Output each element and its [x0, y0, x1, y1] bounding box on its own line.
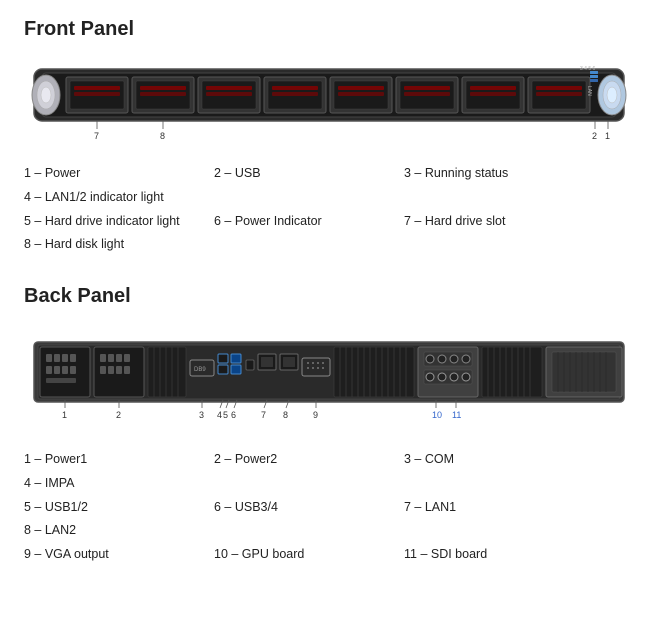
front-panel-section: Front Panel [24, 18, 646, 257]
svg-text:2: 2 [116, 410, 121, 420]
svg-text:10: 10 [432, 410, 442, 420]
back-panel-section: Back Panel [24, 285, 646, 567]
back-legend-10: 10 – GPU board [214, 543, 374, 567]
svg-text:3: 3 [199, 410, 204, 420]
back-legend-8: 8 – LAN2 [24, 519, 184, 543]
front-legend-8: 8 – Hard disk light [24, 233, 184, 257]
svg-text:11: 11 [452, 410, 461, 420]
back-legend-9: 9 – VGA output [24, 543, 184, 567]
svg-text:3 4 5 6: 3 4 5 6 [580, 66, 596, 72]
back-legend-11: 11 – SDI board [404, 543, 564, 567]
back-panel-svg: DB9 [24, 332, 634, 437]
back-panel-title: Back Panel [24, 285, 646, 308]
svg-text:5: 5 [223, 410, 228, 420]
front-panel-image: 3 4 5 6 LAN 7 8 2 1 [24, 51, 646, 154]
back-legend-5: 5 – USB1/2 [24, 496, 184, 520]
back-legend-2: 2 – Power2 [214, 448, 374, 472]
svg-text:7: 7 [94, 131, 99, 141]
front-legend-4: 4 – LAN1/2 indicator light [24, 186, 184, 210]
svg-text:7: 7 [261, 410, 266, 420]
back-legend-4: 4 – IMPA [24, 472, 184, 496]
svg-text:1: 1 [605, 131, 610, 141]
front-legend-5: 5 – Hard drive indicator light [24, 210, 184, 234]
svg-text:1: 1 [62, 410, 67, 420]
svg-text:4: 4 [217, 410, 222, 420]
svg-text:8: 8 [283, 410, 288, 420]
front-legend-6: 6 – Power Indicator [214, 210, 374, 234]
back-legend-3: 3 – COM [404, 448, 564, 472]
svg-text:8: 8 [160, 131, 165, 141]
back-panel-image: DB9 [24, 332, 646, 440]
front-legend-1: 1 – Power [24, 162, 184, 186]
front-legend-3: 3 – Running status [404, 162, 564, 186]
svg-text:LAN: LAN [586, 86, 592, 96]
front-panel-title: Front Panel [24, 18, 646, 41]
back-legend-1: 1 – Power1 [24, 448, 184, 472]
svg-text:DB9: DB9 [194, 367, 206, 373]
back-panel-legend: 1 – Power1 2 – Power2 3 – COM 4 – IMPA 5… [24, 448, 646, 567]
back-legend-7: 7 – LAN1 [404, 496, 564, 520]
svg-text:2: 2 [592, 131, 597, 141]
back-legend-6: 6 – USB3/4 [214, 496, 374, 520]
front-legend-7: 7 – Hard drive slot [404, 210, 564, 234]
front-legend-2: 2 – USB [214, 162, 374, 186]
svg-text:6: 6 [231, 410, 236, 420]
svg-text:9: 9 [313, 410, 318, 420]
front-panel-legend: 1 – Power 2 – USB 3 – Running status 4 –… [24, 162, 646, 257]
front-panel-svg: 3 4 5 6 LAN 7 8 2 1 [24, 51, 634, 151]
